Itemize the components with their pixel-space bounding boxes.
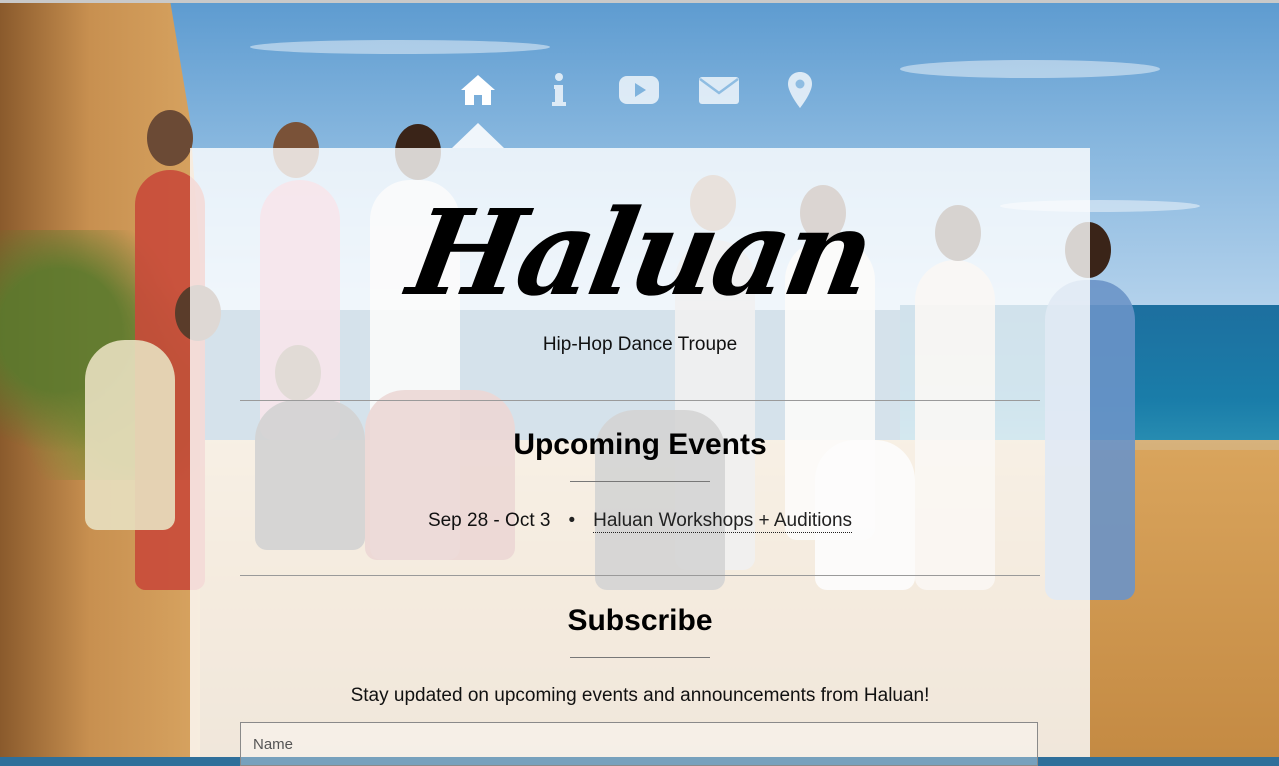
- heading-underline: [570, 657, 710, 658]
- youtube-icon: [619, 76, 659, 104]
- event-link[interactable]: Haluan Workshops + Auditions: [593, 510, 853, 533]
- event-item: Sep 28 - Oct 3 • Haluan Workshops + Auditi…: [190, 510, 1090, 533]
- info-icon: [552, 73, 566, 106]
- window-top-border: [0, 0, 1279, 3]
- nav-home[interactable]: [456, 68, 500, 112]
- event-date: Sep 28 - Oct 3: [427, 510, 551, 531]
- content-panel: Haluan Hip-Hop Dance Troupe Upcoming Eve…: [190, 148, 1090, 766]
- nav-info[interactable]: [537, 68, 581, 112]
- nav-youtube[interactable]: [617, 68, 661, 112]
- heading-underline: [570, 481, 710, 482]
- nav-contact[interactable]: [697, 68, 741, 112]
- subscribe-heading: Subscribe: [567, 604, 713, 637]
- map-marker-icon: [788, 72, 812, 108]
- nav-location[interactable]: [778, 68, 822, 112]
- subscribe-description: Stay updated on upcoming events and anno…: [350, 685, 930, 706]
- tagline: Hip-Hop Dance Troupe: [542, 334, 738, 355]
- divider: [240, 400, 1040, 401]
- divider: [240, 575, 1040, 576]
- events-heading: Upcoming Events: [513, 428, 767, 461]
- name-input[interactable]: [240, 722, 1038, 766]
- event-separator: •: [568, 510, 576, 531]
- site-logo[interactable]: Haluan: [177, 178, 1103, 328]
- envelope-icon: [699, 77, 739, 104]
- home-icon: [461, 75, 495, 105]
- active-nav-pointer: [452, 123, 504, 148]
- top-nav: [440, 68, 840, 118]
